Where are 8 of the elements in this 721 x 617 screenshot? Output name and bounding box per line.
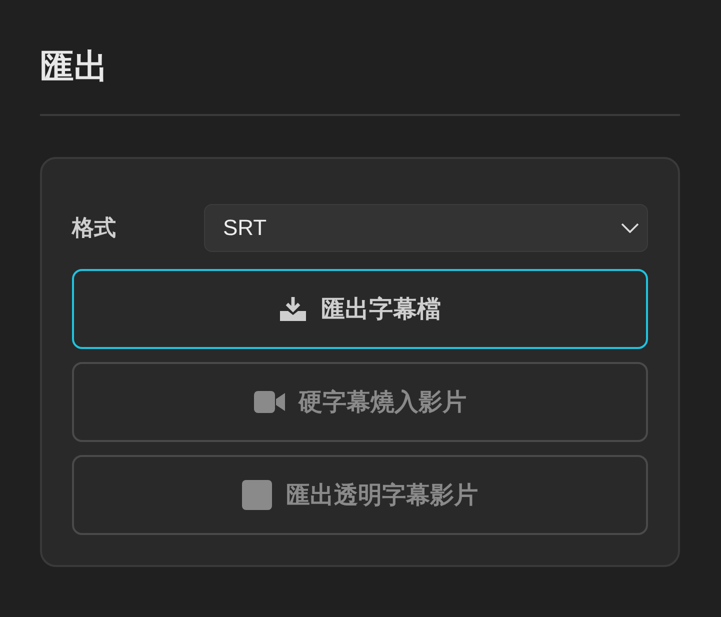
video-camera-icon bbox=[254, 391, 284, 413]
format-select[interactable]: SRT bbox=[204, 204, 648, 252]
square-icon bbox=[242, 480, 272, 510]
format-label: 格式 bbox=[72, 215, 117, 243]
chevron-down-icon bbox=[621, 223, 639, 233]
export-subtitle-button[interactable]: 匯出字幕檔 bbox=[72, 269, 648, 349]
page-title: 匯出 bbox=[40, 46, 109, 89]
download-icon bbox=[279, 296, 307, 322]
